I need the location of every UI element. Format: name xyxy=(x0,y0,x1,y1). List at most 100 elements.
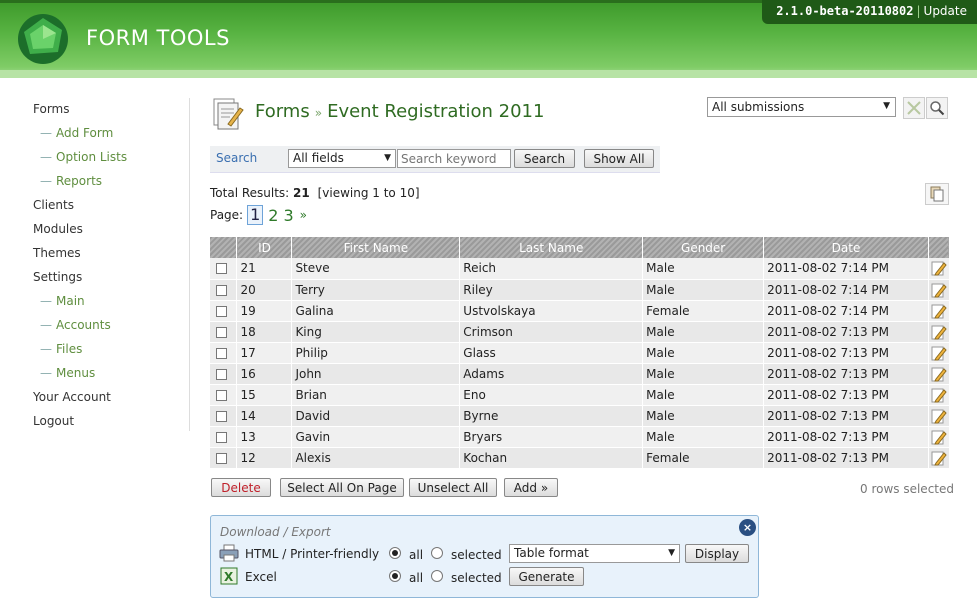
edit-pencil-icon[interactable] xyxy=(931,260,947,276)
checkbox[interactable] xyxy=(216,263,227,275)
page-title: Forms » Event Registration 2011 xyxy=(255,101,544,122)
search-field-select[interactable]: All fields ▼ xyxy=(288,149,396,168)
close-icon[interactable]: × xyxy=(739,519,756,536)
sidebar-item-your-account[interactable]: Your Account xyxy=(33,388,183,412)
breadcrumb-forms[interactable]: Forms xyxy=(255,101,310,122)
excel-all-radio[interactable] xyxy=(389,570,401,582)
row-checkbox[interactable] xyxy=(210,279,238,301)
checkbox[interactable] xyxy=(216,452,227,464)
edit-pencil-icon[interactable] xyxy=(931,429,947,445)
dash: — xyxy=(40,294,52,308)
delete-button[interactable]: Delete xyxy=(211,478,271,497)
checkbox[interactable] xyxy=(216,431,227,443)
excel-export-label: Excel xyxy=(245,570,277,584)
sidebar-item-settings[interactable]: Settings xyxy=(33,268,183,292)
sidebar-item-themes[interactable]: Themes xyxy=(33,244,183,268)
row-checkbox[interactable] xyxy=(210,300,238,322)
checkbox[interactable] xyxy=(216,410,227,422)
row-checkbox[interactable] xyxy=(210,321,238,343)
sidebar-item-option-lists[interactable]: — Option Lists xyxy=(33,148,183,172)
dash: — xyxy=(40,150,52,164)
view-search-button[interactable] xyxy=(926,97,948,119)
generate-button[interactable]: Generate xyxy=(509,567,584,586)
checkbox[interactable] xyxy=(216,326,227,338)
select-all-button[interactable]: Select All On Page xyxy=(280,478,404,497)
row-checkbox[interactable] xyxy=(210,258,238,280)
sidebar-item-label: Reports xyxy=(56,174,103,188)
show-all-button[interactable]: Show All xyxy=(584,149,654,168)
table-row: 14 David Byrne Male 2011-08-02 7:13 PM xyxy=(210,405,951,427)
edit-pencil-icon[interactable] xyxy=(931,282,947,298)
html-export-label: HTML / Printer-friendly xyxy=(245,547,380,561)
sidebar-item-logout[interactable]: Logout xyxy=(33,412,183,436)
cell-date: 2011-08-02 7:14 PM xyxy=(763,279,929,301)
col-id[interactable]: ID xyxy=(236,237,293,258)
row-checkbox[interactable] xyxy=(210,426,238,448)
row-checkbox[interactable] xyxy=(210,405,238,427)
copy-button[interactable] xyxy=(925,183,949,205)
sidebar-item-label: Modules xyxy=(33,222,83,236)
cell-id: 18 xyxy=(236,321,293,343)
add-button[interactable]: Add » xyxy=(504,478,558,497)
cell-first-name: John xyxy=(291,363,461,385)
sidebar-item-reports[interactable]: — Reports xyxy=(33,172,183,196)
table-row: 18 King Crimson Male 2011-08-02 7:13 PM xyxy=(210,321,951,343)
row-checkbox[interactable] xyxy=(210,384,238,406)
format-select[interactable]: Table format ▼ xyxy=(509,544,680,563)
col-date[interactable]: Date xyxy=(763,237,929,258)
sidebar-item-menus[interactable]: — Menus xyxy=(33,364,183,388)
edit-pencil-icon[interactable] xyxy=(931,408,947,424)
sidebar-item-accounts[interactable]: — Accounts xyxy=(33,316,183,340)
cell-date: 2011-08-02 7:13 PM xyxy=(763,384,929,406)
checkbox[interactable] xyxy=(216,347,227,359)
col-first-name[interactable]: First Name xyxy=(291,237,461,258)
sidebar-item-files[interactable]: — Files xyxy=(33,340,183,364)
col-last-name[interactable]: Last Name xyxy=(459,237,644,258)
page-link-2[interactable]: 2 xyxy=(268,206,278,225)
edit-pencil-icon[interactable] xyxy=(931,366,947,382)
row-checkbox[interactable] xyxy=(210,363,238,385)
view-select[interactable]: All submissions ▼ xyxy=(707,97,896,117)
cell-last-name: Kochan xyxy=(459,447,644,469)
chevron-down-icon: ▼ xyxy=(384,153,391,163)
checkbox[interactable] xyxy=(216,305,227,317)
edit-pencil-icon[interactable] xyxy=(931,345,947,361)
sidebar-item-main[interactable]: — Main xyxy=(33,292,183,316)
clear-view-button[interactable] xyxy=(903,97,925,119)
search-label: Search xyxy=(216,151,258,165)
checkbox[interactable] xyxy=(216,284,227,296)
rows-selected-count: 0 rows selected xyxy=(860,482,954,496)
row-checkbox[interactable] xyxy=(210,447,238,469)
col-gender[interactable]: Gender xyxy=(642,237,765,258)
checkbox[interactable] xyxy=(216,389,227,401)
table-row: 15 Brian Eno Male 2011-08-02 7:13 PM xyxy=(210,384,951,406)
edit-pencil-icon[interactable] xyxy=(931,303,947,319)
row-checkbox[interactable] xyxy=(210,342,238,364)
display-button[interactable]: Display xyxy=(685,544,749,563)
search-button[interactable]: Search xyxy=(514,149,575,168)
edit-pencil-icon[interactable] xyxy=(931,450,947,466)
sidebar-item-clients[interactable]: Clients xyxy=(33,196,183,220)
page-link-3[interactable]: 3 xyxy=(283,206,293,225)
edit-pencil-icon[interactable] xyxy=(931,387,947,403)
search-keyword-input[interactable] xyxy=(397,149,511,168)
table-row: 16 John Adams Male 2011-08-02 7:13 PM xyxy=(210,363,951,385)
sidebar-item-add-form[interactable]: — Add Form xyxy=(33,124,183,148)
sidebar-item-forms[interactable]: Forms xyxy=(33,100,183,124)
edit-cell xyxy=(928,279,951,301)
next-page-link[interactable]: » xyxy=(300,208,307,222)
checkbox[interactable] xyxy=(216,368,227,380)
table-row: 12 Alexis Kochan Female 2011-08-02 7:13 PM xyxy=(210,447,951,469)
col-edit xyxy=(928,237,951,258)
cell-last-name: Byrne xyxy=(459,405,644,427)
cell-date: 2011-08-02 7:13 PM xyxy=(763,447,929,469)
excel-selected-radio[interactable] xyxy=(431,570,443,582)
edit-pencil-icon[interactable] xyxy=(931,324,947,340)
sidebar-item-modules[interactable]: Modules xyxy=(33,220,183,244)
html-all-radio[interactable] xyxy=(389,547,401,559)
table-row: 21 Steve Reich Male 2011-08-02 7:14 PM xyxy=(210,258,951,280)
sidebar-item-label: Add Form xyxy=(56,126,114,140)
update-link[interactable]: Update xyxy=(924,4,967,18)
html-selected-radio[interactable] xyxy=(431,547,443,559)
unselect-all-button[interactable]: Unselect All xyxy=(409,478,497,497)
